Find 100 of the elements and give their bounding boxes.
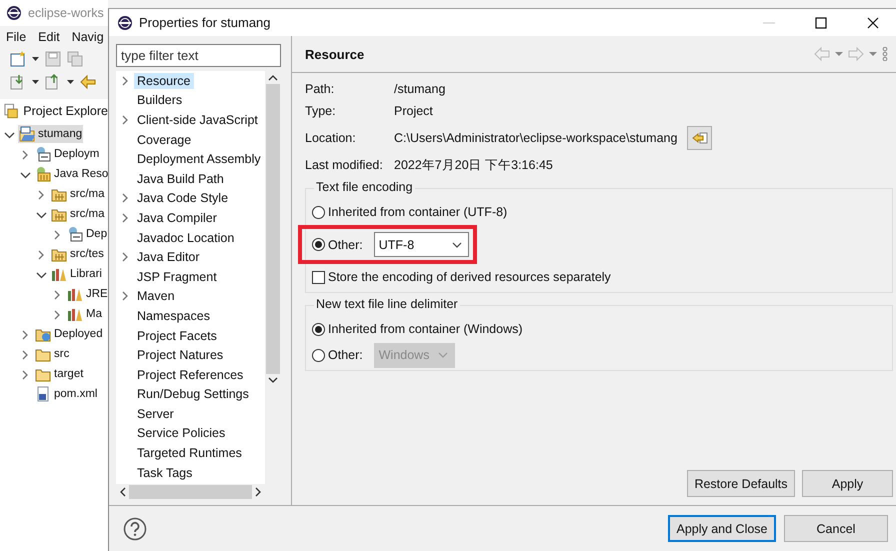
nav-item[interactable]: Java Code Style — [134, 190, 232, 206]
descriptor-icon — [35, 146, 51, 162]
open-location-button[interactable] — [687, 126, 712, 150]
arrow-icon — [692, 131, 708, 145]
radio-label[interactable]: Inherited from container (UTF-8) — [328, 205, 508, 219]
group-title: Text file encoding — [314, 180, 415, 194]
tree-item[interactable]: Deployed — [34, 325, 104, 343]
scroll-left-icon[interactable] — [120, 487, 126, 497]
help-icon[interactable] — [123, 516, 147, 540]
tree-item[interactable]: src/ma — [50, 205, 106, 223]
radio-button[interactable] — [312, 238, 325, 251]
radio-button[interactable] — [312, 206, 325, 218]
menu-item[interactable]: Navig — [72, 30, 104, 44]
nav-item[interactable]: Coverage — [134, 132, 194, 148]
tree-item[interactable]: Deploym — [34, 145, 100, 163]
nav-item[interactable]: Project References — [134, 366, 246, 383]
field-value: /stumang — [394, 82, 446, 96]
nav-item[interactable]: Project Facets — [134, 328, 220, 344]
filter-field[interactable]: type filter text — [116, 44, 281, 67]
nav-item[interactable]: Namespaces — [134, 308, 213, 324]
tree-item[interactable]: stumang — [18, 125, 84, 143]
checkbox-label[interactable]: Store the encoding of derived resources separately — [328, 270, 611, 284]
chevron-right-icon[interactable] — [120, 290, 130, 302]
radio-button[interactable] — [312, 322, 325, 336]
tree-item[interactable]: src/ma — [50, 185, 106, 203]
books-icon — [67, 286, 83, 302]
package-icon — [35, 166, 51, 182]
save-icon[interactable] — [45, 50, 61, 66]
tree-item[interactable]: Java Reso — [34, 165, 108, 183]
cancel-button[interactable]: Cancel — [784, 515, 888, 542]
dropdown[interactable]: UTF-8 — [374, 232, 469, 257]
tree-item[interactable]: src/tes — [50, 245, 105, 263]
field-label: Path: — [305, 82, 336, 96]
caret-icon[interactable] — [32, 56, 39, 60]
tree-item[interactable]: Ma — [66, 305, 103, 323]
nav-item[interactable]: Java Compiler — [134, 210, 220, 226]
scroll-thumb[interactable] — [266, 84, 280, 374]
apply-button[interactable]: Apply — [802, 470, 893, 497]
checkbox[interactable] — [312, 270, 325, 284]
tree-item[interactable]: target — [34, 365, 84, 383]
chevron-down-icon — [438, 352, 448, 358]
nav-item[interactable]: Java Build Path — [134, 170, 227, 187]
nav-item[interactable]: Run/Debug Settings — [134, 386, 252, 402]
nav-item[interactable]: JSP Fragment — [134, 268, 220, 285]
arrow-icon[interactable] — [80, 74, 96, 90]
radio-label[interactable]: Inherited from container (Windows) — [328, 322, 523, 336]
maximize-icon[interactable] — [815, 16, 827, 28]
tree-item[interactable]: src — [34, 345, 70, 363]
chevron-right-icon[interactable] — [120, 74, 130, 87]
more-icon[interactable] — [882, 47, 888, 61]
caret-icon[interactable] — [67, 80, 74, 84]
eclipse-logo-icon — [117, 14, 133, 30]
chevron-down-icon — [452, 242, 462, 248]
books-icon — [51, 266, 67, 282]
dialog-title: Properties for stumang — [139, 15, 271, 30]
scroll-up-icon[interactable] — [268, 75, 278, 81]
nav-item[interactable]: Resource — [134, 72, 194, 89]
menu-item[interactable]: File — [6, 30, 26, 44]
nav-item[interactable]: Client-side JavaScript — [134, 112, 261, 128]
explorer-icon — [4, 103, 20, 119]
field-value: C:\Users\Administrator\eclipse-workspace\stumang — [394, 131, 678, 145]
nav-item[interactable]: Task Tags — [134, 464, 196, 481]
nav-item[interactable]: Java Editor — [134, 249, 203, 266]
menu-item[interactable]: Edit — [38, 30, 60, 44]
new-file-icon[interactable] — [10, 50, 26, 66]
chevron-right-icon[interactable] — [120, 114, 130, 126]
descriptor-icon — [67, 226, 83, 242]
radio-label[interactable]: Other: — [328, 238, 363, 252]
nav-item[interactable]: Maven — [134, 288, 178, 304]
tree-item[interactable]: JRE — [66, 285, 108, 303]
tree-item[interactable]: pom.xml — [34, 385, 98, 403]
scroll-thumb[interactable] — [129, 485, 252, 499]
nav-item[interactable]: Deployment Assembly — [134, 151, 264, 168]
nav-item[interactable]: Javadoc Location — [134, 230, 238, 246]
field-value: 2022年7月20日 下午3:16:45 — [394, 156, 553, 174]
field-label: Last modified: — [305, 158, 384, 172]
field-value: Project — [394, 104, 433, 118]
chevron-right-icon[interactable] — [120, 192, 130, 204]
page-title: Resource — [305, 46, 364, 62]
chevron-right-icon[interactable] — [120, 251, 130, 264]
restore-defaults-button[interactable]: Restore Defaults — [687, 470, 795, 497]
nav-item[interactable]: Targeted Runtimes — [134, 445, 245, 462]
caret-icon[interactable] — [32, 80, 39, 84]
tree-item[interactable]: Dep — [66, 225, 108, 243]
nav-item[interactable]: Server — [134, 406, 177, 422]
close-icon[interactable] — [867, 16, 879, 28]
nav-item[interactable]: Service Policies — [134, 425, 228, 442]
nav-item[interactable]: Project Natures — [134, 347, 226, 364]
scroll-right-icon[interactable] — [255, 487, 261, 497]
window-title: eclipse-works — [28, 6, 104, 20]
project-folder-icon — [19, 126, 35, 142]
field-label: Type: — [305, 104, 337, 118]
tree-item[interactable]: Librari — [50, 265, 103, 283]
nav-item[interactable]: Builders — [134, 92, 186, 108]
chevron-right-icon[interactable] — [120, 212, 130, 224]
apply-and-close-button[interactable]: Apply and Close — [668, 515, 776, 542]
view-tab[interactable]: Project Explore — [0, 99, 108, 123]
scroll-down-icon[interactable] — [268, 377, 278, 383]
file-icon — [35, 386, 51, 402]
field-label: Location: — [305, 131, 357, 145]
